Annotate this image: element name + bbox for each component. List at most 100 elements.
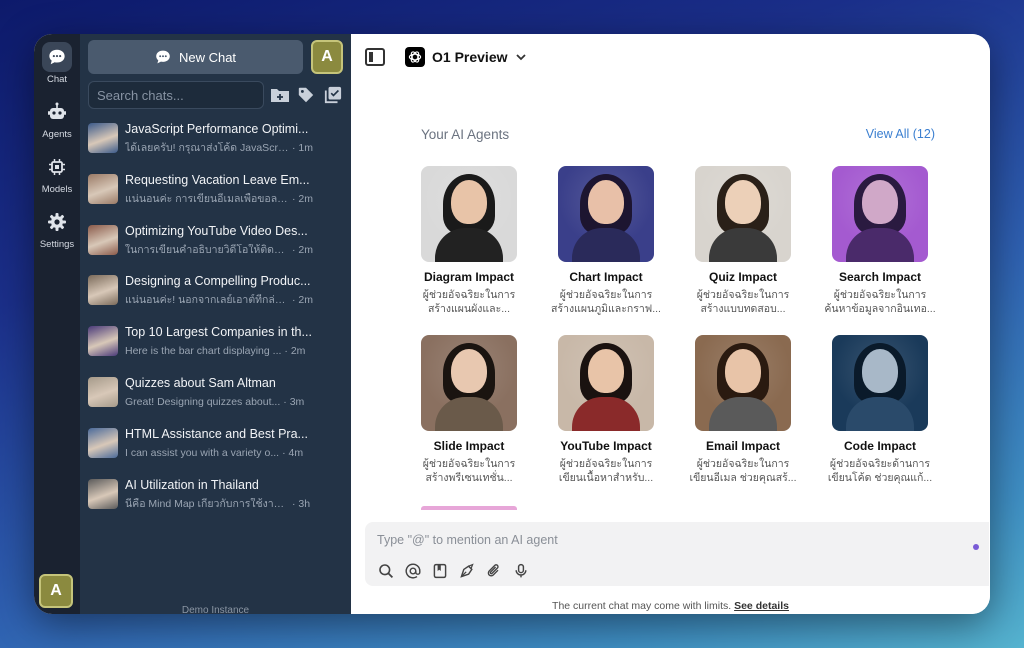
chat-list-item[interactable]: Quizzes about Sam Altman Great! Designing… [88, 375, 343, 426]
main-panel: O1 Preview Your AI Agents View All (12) … [351, 34, 990, 614]
agent-card[interactable]: YouTube Impact ผู้ช่วยอัจฉริยะในการ เขียนเ… [544, 335, 668, 485]
chat-time: · 2m [292, 243, 314, 256]
agent-description: ผู้ช่วยอัจฉริยะในการ สร้างแผนภูมิและกราฟ.… [551, 289, 661, 315]
chat-preview: ในการเขียนคำอธิบายวิดีโอให้ติดอัน... [125, 243, 289, 256]
agent-card[interactable]: Code Impact ผู้ช่วยอัจฉริยะด้านการ เขียนโค… [818, 335, 941, 485]
chat-time: · 2m [292, 192, 314, 205]
agent-card[interactable]: Search Impact ผู้ช่วยอัจฉริยะในการ ค้นหาข้… [818, 166, 941, 316]
agent-portrait [832, 166, 928, 262]
chat-title: JavaScript Performance Optimi... [125, 122, 309, 136]
rail-label-settings: Settings [39, 239, 75, 250]
chat-list-item[interactable]: Designing a Compelling Produc... แน่นอนค่… [88, 273, 343, 324]
chat-list-item[interactable]: Top 10 Largest Companies in th... Here is… [88, 324, 343, 375]
limits-notice: The current chat may come with limits. S… [351, 600, 990, 612]
new-chat-label: New Chat [178, 49, 237, 65]
see-details-link[interactable]: See details [734, 600, 789, 612]
agent-name: Code Impact [843, 439, 916, 453]
book-icon[interactable] [431, 562, 448, 579]
message-composer [365, 522, 989, 586]
rail-item-models[interactable]: Models [34, 152, 80, 195]
chat-list-item[interactable]: Optimizing YouTube Video Des... ในการเขีย… [88, 223, 343, 274]
microphone-icon[interactable] [512, 562, 529, 579]
sidebar-avatar[interactable]: A [311, 40, 343, 74]
agent-card[interactable]: Email Impact ผู้ช่วยอัจฉริยะในการ เขียนอีเ… [681, 335, 805, 485]
chat-time: · 4m [282, 446, 304, 459]
agent-portrait [421, 335, 517, 431]
sidebar-toggle-icon[interactable] [365, 48, 385, 66]
chat-thumbnail [88, 275, 118, 306]
rail-label-chat: Chat [46, 74, 68, 85]
pen-tool-icon[interactable] [458, 562, 475, 579]
chat-sidebar: New Chat A JavaScript Performance Optimi… [80, 34, 351, 614]
chat-list-item[interactable]: HTML Assistance and Best Pra... I can ass… [88, 426, 343, 477]
robot-icon [42, 97, 72, 127]
select-multiple-icon[interactable] [323, 84, 343, 106]
agent-portrait [421, 166, 517, 262]
mention-icon[interactable] [404, 562, 421, 579]
chat-list-item[interactable]: JavaScript Performance Optimi... ได้เลยคร… [88, 121, 343, 172]
chat-title: Requesting Vacation Leave Em... [125, 172, 310, 187]
agent-card[interactable]: Chart Impact ผู้ช่วยอัจฉริยะในการ สร้างแผน… [544, 166, 668, 316]
agent-description: ผู้ช่วยอัจฉริยะในการ เขียนเนื้อหาสำหรับ..… [558, 458, 654, 484]
agent-card[interactable]: Slide Impact ผู้ช่วยอัจฉริยะในการ สร้างพรี… [421, 335, 531, 485]
view-all-agents-link[interactable]: View All (12) [866, 127, 935, 142]
user-avatar[interactable]: A [39, 574, 73, 608]
chat-list-item[interactable]: Requesting Vacation Leave Em... แน่นอนค่ะ… [88, 172, 343, 223]
search-chats-input[interactable] [88, 81, 264, 109]
new-chat-button[interactable]: New Chat [88, 40, 303, 74]
agents-section-title: Your AI Agents [421, 127, 510, 142]
agent-name: Chart Impact [569, 270, 643, 284]
chat-thumbnail [88, 173, 118, 204]
chat-time: · 3m [283, 395, 305, 408]
rail-item-agents[interactable]: Agents [34, 97, 80, 140]
agent-portrait [558, 166, 654, 262]
chat-preview: นี่คือ Mind Map เกี่ยวกับการใช้งาน ... [125, 497, 289, 510]
agent-card[interactable]: Quiz Impact ผู้ช่วยอัจฉริยะในการ สร้างแบบท… [681, 166, 805, 316]
rail-item-chat[interactable]: Chat [34, 42, 80, 85]
agent-card[interactable]: Diagram Impact ผู้ช่วยอัจฉริยะในการ สร้างแ… [421, 166, 531, 316]
agent-name: Slide Impact [433, 439, 505, 453]
chat-list: JavaScript Performance Optimi... ได้เลยคร… [88, 121, 343, 527]
chat-preview: I can assist you with a variety o... [125, 446, 280, 459]
chat-title: Designing a Compelling Produc... [125, 274, 311, 289]
openai-logo-icon [405, 47, 425, 67]
instance-label: Demo Instance [181, 605, 250, 614]
new-folder-icon[interactable] [270, 84, 290, 106]
agent-portrait [832, 335, 928, 431]
agent-name: Diagram Impact [423, 270, 515, 284]
chat-bubble-icon [42, 42, 72, 72]
message-input[interactable] [377, 530, 957, 550]
agent-name: Quiz Impact [708, 270, 777, 284]
chat-bubble-icon [156, 50, 170, 64]
chat-thumbnail [88, 376, 118, 407]
chat-preview: แน่นอนค่ะ! นอกจากเลย์เอาต์ที่กล่าวไ... [125, 294, 289, 307]
rail-item-settings[interactable]: Settings [34, 207, 80, 250]
chat-time: · 2m [292, 294, 314, 307]
chat-thumbnail [88, 478, 118, 509]
chat-list-item[interactable]: AI Utilization in Thailand นี่คือ Mind Ma… [88, 477, 343, 528]
chat-time: · 2m [284, 345, 306, 358]
chat-title: Optimizing YouTube Video Des... [125, 223, 308, 238]
agent-portrait [695, 166, 791, 262]
paperclip-icon[interactable] [485, 562, 502, 579]
agent-card-partial [421, 506, 517, 510]
agent-description: ผู้ช่วยอัจฉริยะด้านการ เขียนโค้ด ช่วยคุณแ… [827, 458, 933, 484]
agent-description: ผู้ช่วยอัจฉริยะในการ สร้างแบบทดสอบ... [696, 289, 790, 315]
chat-thumbnail [88, 427, 118, 458]
search-icon[interactable] [377, 562, 394, 579]
chip-icon [42, 152, 72, 182]
chat-preview: Here is the bar chart displaying ... [125, 345, 282, 358]
rail-label-models: Models [41, 184, 73, 195]
chat-time: · 3h [292, 497, 311, 510]
app-window: Chat Agents Models Settings A New Chat A… [34, 34, 990, 614]
chat-preview: แน่นอนค่ะ การเขียนอีเมลเพื่อขอลาพั... [125, 192, 289, 205]
chat-thumbnail [88, 224, 118, 255]
limits-text: The current chat may come with limits. [552, 600, 732, 612]
chat-thumbnail [88, 123, 118, 153]
model-selector[interactable]: O1 Preview [405, 47, 526, 67]
gear-icon [42, 207, 72, 237]
agent-name: Search Impact [838, 270, 922, 284]
chat-time: · 1m [292, 142, 314, 154]
tag-icon[interactable] [296, 84, 316, 106]
chat-title: AI Utilization in Thailand [125, 477, 259, 492]
